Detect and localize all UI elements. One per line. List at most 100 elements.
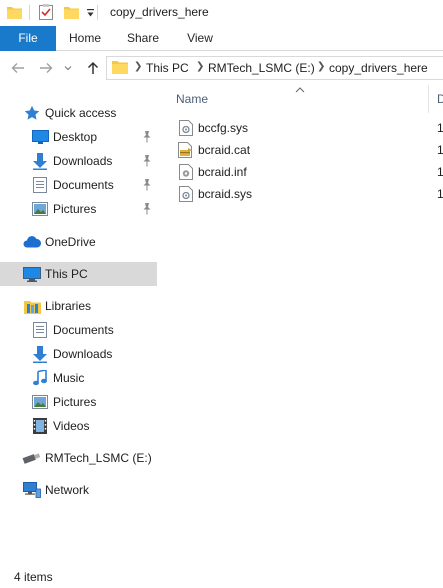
up-arrow-icon (87, 61, 99, 74)
nav-item-onedrive[interactable]: OneDrive (0, 230, 157, 254)
file-name: bcraid.inf (198, 165, 247, 179)
file-row[interactable]: bccfg.sys 1 (160, 117, 443, 139)
nav-item-documents[interactable]: Documents (0, 173, 157, 197)
system-file-icon (178, 186, 194, 202)
nav-item-library-documents[interactable]: Documents (0, 318, 157, 342)
tab-view[interactable]: View (172, 26, 228, 51)
folder-icon (112, 60, 128, 77)
column-header-date[interactable]: D (437, 92, 443, 106)
nav-item-libraries[interactable]: Libraries (0, 294, 157, 318)
file-list: Name D bccfg.sys 1 bcraid.cat 1 bcraid.i… (160, 85, 443, 563)
customize-dropdown-icon[interactable] (82, 5, 98, 21)
window-title: copy_drivers_here (110, 5, 209, 19)
breadcrumb-current-folder[interactable]: copy_drivers_here (329, 61, 428, 75)
tab-file[interactable]: File (0, 26, 56, 51)
file-date: 1 (437, 121, 443, 135)
recent-locations-button[interactable] (61, 57, 75, 79)
nav-label: OneDrive (45, 235, 96, 249)
pin-icon[interactable] (141, 154, 153, 168)
usb-drive-icon (22, 449, 41, 467)
pin-icon[interactable] (141, 130, 153, 144)
star-icon (23, 104, 41, 122)
address-bar[interactable]: ❯ This PC ❯ RMTech_LSMC (E:) ❯ copy_driv… (106, 56, 443, 80)
nav-item-library-pictures[interactable]: Pictures (0, 390, 157, 414)
nav-label: Videos (53, 419, 90, 433)
music-note-icon (31, 369, 49, 387)
file-row[interactable]: bcraid.inf 1 (160, 161, 443, 183)
file-name: bcraid.cat (198, 143, 251, 157)
up-button[interactable] (83, 57, 103, 79)
navigation-pane: Quick access Desktop Downloads Documents… (0, 85, 157, 563)
nav-label: Downloads (53, 347, 113, 361)
nav-label: Quick access (45, 106, 117, 120)
libraries-icon (23, 297, 41, 315)
forward-button[interactable] (36, 57, 56, 79)
pictures-icon (31, 393, 49, 411)
computer-icon (23, 265, 41, 283)
nav-item-usb-drive[interactable]: RMTech_LSMC (E:) (0, 446, 157, 470)
nav-item-this-pc[interactable]: This PC (0, 262, 157, 286)
pictures-icon (31, 200, 49, 218)
security-catalog-icon (178, 142, 194, 158)
properties-check-icon[interactable] (38, 4, 54, 20)
column-header-name[interactable]: Name (176, 92, 208, 106)
nav-item-videos[interactable]: Videos (0, 414, 157, 438)
new-folder-icon[interactable] (63, 4, 79, 20)
back-button[interactable] (8, 57, 28, 79)
nav-label: Pictures (53, 202, 97, 216)
nav-label: Music (53, 371, 85, 385)
nav-label: Libraries (45, 299, 92, 313)
breadcrumb-drive[interactable]: RMTech_LSMC (E:) (208, 61, 315, 75)
tab-share[interactable]: Share (114, 26, 172, 51)
breadcrumb-separator-icon[interactable]: ❯ (196, 61, 204, 72)
breadcrumb-separator-icon[interactable]: ❯ (134, 61, 142, 72)
nav-label: RMTech_LSMC (E:) (45, 451, 152, 465)
ribbon-tabs: File Home Share View (0, 26, 443, 51)
nav-item-desktop[interactable]: Desktop (0, 125, 157, 149)
cloud-icon (23, 233, 41, 251)
breadcrumb-this-pc[interactable]: This PC (146, 61, 189, 75)
nav-label: Documents (53, 178, 114, 192)
file-name: bccfg.sys (198, 121, 249, 135)
forward-arrow-icon (40, 63, 53, 73)
navigation-bar: ❯ This PC ❯ RMTech_LSMC (E:) ❯ copy_driv… (0, 51, 443, 85)
nav-label: Desktop (53, 130, 98, 144)
video-film-icon (31, 417, 49, 435)
pin-icon[interactable] (141, 178, 153, 192)
sort-ascending-icon (295, 85, 305, 96)
file-row[interactable]: bcraid.cat 1 (160, 139, 443, 161)
nav-label: This PC (45, 267, 88, 281)
nav-label: Network (45, 483, 90, 497)
setup-info-icon (178, 164, 194, 180)
folder-icon[interactable] (6, 4, 22, 20)
file-row[interactable]: bcraid.sys 1 (160, 183, 443, 205)
column-divider[interactable] (428, 85, 429, 113)
chevron-down-icon (64, 66, 72, 71)
network-icon (23, 481, 41, 499)
nav-item-downloads[interactable]: Downloads (0, 149, 157, 173)
pin-icon[interactable] (141, 202, 153, 216)
download-arrow-icon (31, 152, 49, 170)
breadcrumb-separator-icon[interactable]: ❯ (317, 61, 325, 72)
nav-item-library-downloads[interactable]: Downloads (0, 342, 157, 366)
nav-item-pictures[interactable]: Pictures (0, 197, 157, 221)
documents-icon (31, 176, 49, 194)
tab-home[interactable]: Home (56, 26, 114, 51)
nav-item-quick-access[interactable]: Quick access (0, 101, 157, 125)
title-divider (97, 5, 98, 20)
item-count: 4 items (14, 570, 53, 584)
documents-icon (31, 321, 49, 339)
nav-item-music[interactable]: Music (0, 366, 157, 390)
back-arrow-icon (11, 63, 24, 73)
toolbar-divider (29, 5, 30, 20)
download-arrow-icon (31, 345, 49, 363)
file-date: 1 (437, 143, 443, 157)
nav-label: Downloads (53, 154, 113, 168)
nav-item-network[interactable]: Network (0, 478, 157, 502)
file-date: 1 (437, 165, 443, 179)
desktop-icon (31, 128, 49, 146)
title-bar: copy_drivers_here (0, 0, 443, 26)
nav-label: Documents (53, 323, 114, 337)
status-bar: 4 items (0, 565, 443, 588)
system-file-icon (178, 120, 194, 136)
